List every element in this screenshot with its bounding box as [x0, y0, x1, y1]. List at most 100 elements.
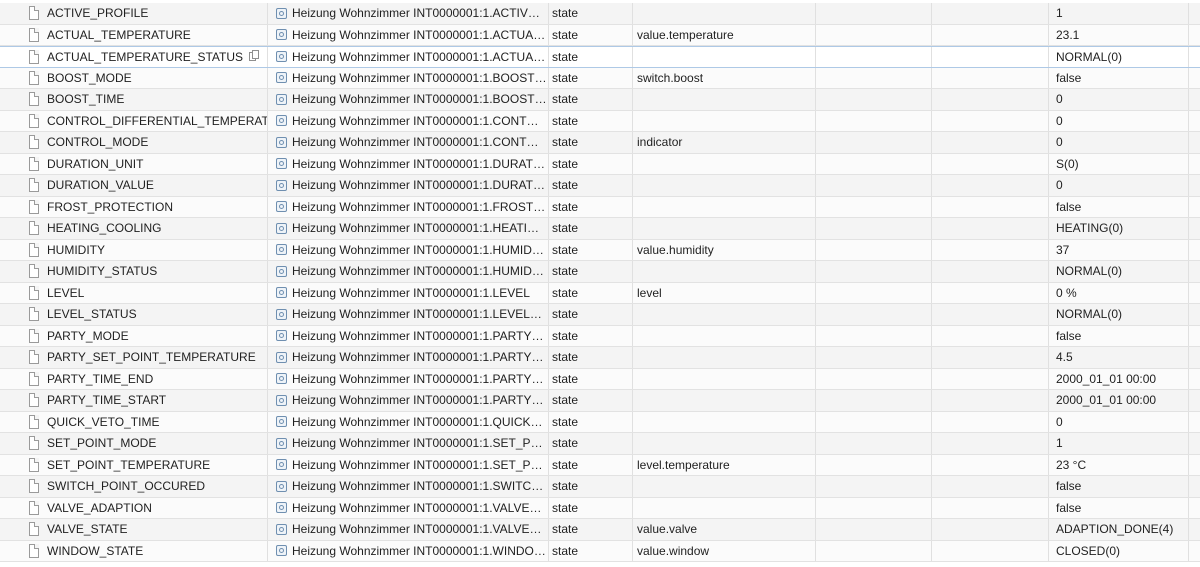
value-cell[interactable]: false — [1049, 497, 1189, 518]
room-cell[interactable] — [816, 325, 932, 346]
value-cell[interactable]: false — [1049, 67, 1189, 88]
id-cell[interactable]: VALVE_STATE — [0, 519, 268, 540]
value-cell[interactable]: 0 — [1049, 132, 1189, 153]
table-row[interactable]: CONTROL_MODE Heizung Wohnzimmer INT000000… — [0, 132, 1200, 154]
name-cell[interactable]: Heizung Wohnzimmer INT0000001:1.HEATING_… — [268, 218, 549, 239]
role-cell[interactable] — [633, 218, 816, 239]
table-row[interactable]: SET_POINT_TEMPERATURE Heizung Wohnzimmer … — [0, 454, 1200, 476]
role-cell[interactable] — [633, 89, 816, 110]
table-row[interactable]: BOOST_TIME Heizung Wohnzimmer INT0000001:… — [0, 89, 1200, 111]
name-cell[interactable]: Heizung Wohnzimmer INT0000001:1.BOOST_M.… — [268, 67, 549, 88]
name-cell[interactable]: Heizung Wohnzimmer INT0000001:1.VALVE_AD… — [268, 497, 549, 518]
role-cell[interactable]: level.temperature — [633, 454, 816, 475]
value-cell[interactable]: 4.5 — [1049, 347, 1189, 368]
room-cell[interactable] — [816, 304, 932, 325]
room-cell[interactable] — [816, 519, 932, 540]
type-cell[interactable]: state — [549, 67, 633, 88]
name-cell[interactable]: Heizung Wohnzimmer INT0000001:1.ACTIVE_P… — [268, 3, 549, 24]
function-cell[interactable] — [932, 304, 1049, 325]
room-cell[interactable] — [816, 282, 932, 303]
name-cell[interactable]: Heizung Wohnzimmer INT0000001:1.VALVE_ST… — [268, 519, 549, 540]
value-cell[interactable]: 0 — [1049, 110, 1189, 131]
id-cell[interactable]: FROST_PROTECTION — [0, 196, 268, 217]
role-cell[interactable] — [633, 304, 816, 325]
table-row[interactable]: CONTROL_DIFFERENTIAL_TEMPERATURE Heizung … — [0, 110, 1200, 132]
name-cell[interactable]: Heizung Wohnzimmer INT0000001:1.BOOST_TI… — [268, 89, 549, 110]
room-cell[interactable] — [816, 261, 932, 282]
table-row[interactable]: DURATION_UNIT Heizung Wohnzimmer INT00000… — [0, 153, 1200, 175]
room-cell[interactable] — [816, 454, 932, 475]
role-cell[interactable] — [633, 261, 816, 282]
id-cell[interactable]: HUMIDITY — [0, 239, 268, 260]
table-row[interactable]: FROST_PROTECTION Heizung Wohnzimmer INT00… — [0, 196, 1200, 218]
name-cell[interactable]: Heizung Wohnzimmer INT0000001:1.SWITCH_P… — [268, 476, 549, 497]
id-cell[interactable]: ACTUAL_TEMPERATURE — [0, 24, 268, 45]
function-cell[interactable] — [932, 132, 1049, 153]
id-cell[interactable]: ACTIVE_PROFILE — [0, 3, 268, 24]
table-row[interactable]: SET_POINT_MODE Heizung Wohnzimmer INT0000… — [0, 433, 1200, 455]
type-cell[interactable]: state — [549, 325, 633, 346]
role-cell[interactable]: value.humidity — [633, 239, 816, 260]
type-cell[interactable]: state — [549, 454, 633, 475]
room-cell[interactable] — [816, 347, 932, 368]
room-cell[interactable] — [816, 132, 932, 153]
value-cell[interactable]: 23.1 — [1049, 24, 1189, 45]
type-cell[interactable]: state — [549, 519, 633, 540]
function-cell[interactable] — [932, 368, 1049, 389]
copy-icon[interactable] — [249, 50, 259, 61]
role-cell[interactable] — [633, 347, 816, 368]
type-cell[interactable]: state — [549, 390, 633, 411]
type-cell[interactable]: state — [549, 497, 633, 518]
room-cell[interactable] — [816, 368, 932, 389]
name-cell[interactable]: Heizung Wohnzimmer INT0000001:1.CONTROL_… — [268, 110, 549, 131]
room-cell[interactable] — [816, 196, 932, 217]
id-cell[interactable]: PARTY_TIME_START — [0, 390, 268, 411]
function-cell[interactable] — [932, 175, 1049, 196]
value-cell[interactable]: false — [1049, 196, 1189, 217]
role-cell[interactable] — [633, 411, 816, 432]
id-cell[interactable]: PARTY_TIME_END — [0, 368, 268, 389]
role-cell[interactable]: switch.boost — [633, 67, 816, 88]
role-cell[interactable]: value.temperature — [633, 24, 816, 45]
name-cell[interactable]: Heizung Wohnzimmer INT0000001:1.WINDOW_.… — [268, 540, 549, 561]
type-cell[interactable]: state — [549, 89, 633, 110]
id-cell[interactable]: QUICK_VETO_TIME — [0, 411, 268, 432]
id-cell[interactable]: SWITCH_POINT_OCCURED — [0, 476, 268, 497]
value-cell[interactable]: 1 — [1049, 3, 1189, 24]
type-cell[interactable]: state — [549, 239, 633, 260]
type-cell[interactable]: state — [549, 282, 633, 303]
room-cell[interactable] — [816, 3, 932, 24]
name-cell[interactable]: Heizung Wohnzimmer INT0000001:1.PARTY_MO… — [268, 325, 549, 346]
type-cell[interactable]: state — [549, 304, 633, 325]
value-cell[interactable]: S(0) — [1049, 153, 1189, 174]
function-cell[interactable] — [932, 454, 1049, 475]
name-cell[interactable]: Heizung Wohnzimmer INT0000001:1.LEVEL_ST… — [268, 304, 549, 325]
function-cell[interactable] — [932, 347, 1049, 368]
function-cell[interactable] — [932, 540, 1049, 561]
function-cell[interactable] — [932, 433, 1049, 454]
id-cell[interactable]: DURATION_UNIT — [0, 153, 268, 174]
table-row[interactable]: LEVEL Heizung Wohnzimmer INT0000001:1.LEV… — [0, 282, 1200, 304]
id-cell[interactable]: CONTROL_DIFFERENTIAL_TEMPERATURE — [0, 110, 268, 131]
table-row[interactable]: ACTUAL_TEMPERATURE_STATUS Heizung Wohnzim… — [0, 46, 1200, 68]
function-cell[interactable] — [932, 261, 1049, 282]
type-cell[interactable]: state — [549, 476, 633, 497]
value-cell[interactable]: false — [1049, 476, 1189, 497]
name-cell[interactable]: Heizung Wohnzimmer INT0000001:1.DURATION… — [268, 153, 549, 174]
room-cell[interactable] — [816, 239, 932, 260]
value-cell[interactable]: 23 °C — [1049, 454, 1189, 475]
function-cell[interactable] — [932, 476, 1049, 497]
room-cell[interactable] — [816, 175, 932, 196]
value-cell[interactable]: 0 — [1049, 89, 1189, 110]
name-cell[interactable]: Heizung Wohnzimmer INT0000001:1.QUICK_VE… — [268, 411, 549, 432]
id-cell[interactable]: BOOST_MODE — [0, 67, 268, 88]
table-row[interactable]: HUMIDITY_STATUS Heizung Wohnzimmer INT000… — [0, 261, 1200, 283]
function-cell[interactable] — [932, 239, 1049, 260]
role-cell[interactable] — [633, 476, 816, 497]
room-cell[interactable] — [816, 153, 932, 174]
name-cell[interactable]: Heizung Wohnzimmer INT0000001:1.SET_POIN… — [268, 454, 549, 475]
function-cell[interactable] — [932, 3, 1049, 24]
role-cell[interactable] — [633, 196, 816, 217]
table-row[interactable]: LEVEL_STATUS Heizung Wohnzimmer INT000000… — [0, 304, 1200, 326]
value-cell[interactable]: NORMAL(0) — [1049, 304, 1189, 325]
